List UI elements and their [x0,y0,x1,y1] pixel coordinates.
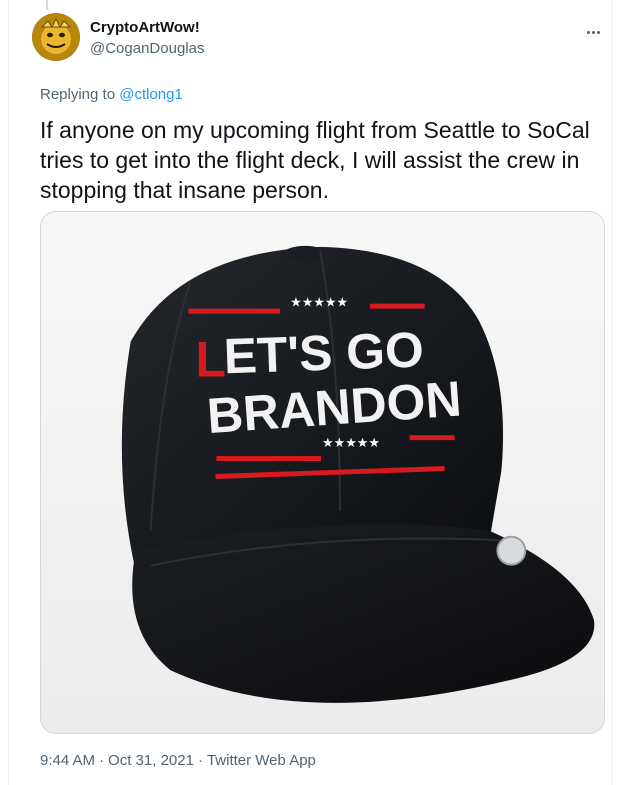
tweet-metadata: 9:44 AM · Oct 31, 2021 · Twitter Web App [40,752,316,769]
meta-separator: · [99,752,105,769]
meta-separator: · [197,752,203,769]
stars-top: ★★★★★ [290,296,348,311]
tweet-date[interactable]: Oct 31, 2021 [108,752,194,769]
tweet-card: CryptoArtWow! @CoganDouglas Replying to … [8,0,612,785]
stars-bottom: ★★★★★ [322,436,380,451]
replying-to: Replying to @ctlong1 [40,86,183,103]
thread-connector-line [46,0,48,10]
tweet-source[interactable]: Twitter Web App [207,752,316,769]
avatar[interactable] [32,13,80,61]
cap-text-l: L [195,331,225,387]
more-options-icon[interactable] [581,24,605,40]
display-name[interactable]: CryptoArtWow! [90,19,200,36]
replying-to-mention-link[interactable]: @ctlong1 [119,86,183,103]
user-handle[interactable]: @CoganDouglas [90,40,204,57]
tweet-media-photo[interactable]: ★★★★★ ★★★★★ L ET'S GO BRANDON [40,211,605,734]
avatar-image [32,13,80,61]
tweet-text: If anyone on my upcoming flight from Sea… [40,117,590,203]
cap-photo: ★★★★★ ★★★★★ L ET'S GO BRANDON [121,245,595,703]
tweet-time[interactable]: 9:44 AM [40,752,95,769]
replying-prefix: Replying to [40,86,116,103]
